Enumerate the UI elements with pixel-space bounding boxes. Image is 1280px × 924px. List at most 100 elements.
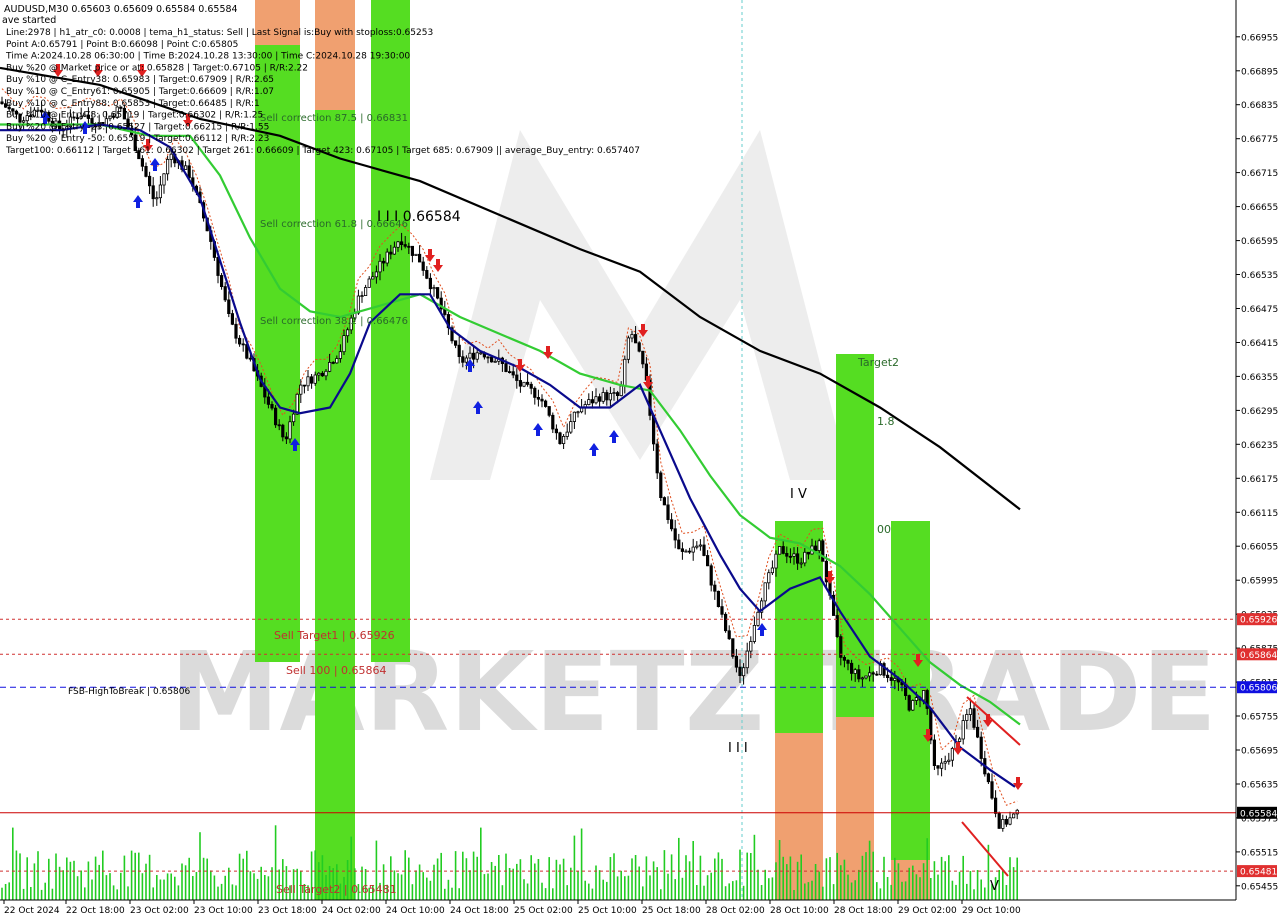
candle-body bbox=[709, 565, 713, 586]
candle-body bbox=[385, 251, 389, 264]
candle-body bbox=[594, 396, 598, 404]
candle-body bbox=[738, 666, 742, 677]
candle-body bbox=[309, 376, 314, 384]
candle-body bbox=[932, 739, 937, 767]
price-badge: 0.65806 bbox=[1237, 681, 1277, 694]
candle-body bbox=[907, 695, 911, 711]
candle-body bbox=[399, 241, 404, 246]
candle-body bbox=[288, 421, 292, 440]
target-100-label: 00 bbox=[877, 523, 891, 536]
candle-body bbox=[371, 276, 375, 280]
candle-body bbox=[522, 381, 526, 387]
fsb-label: FSB-HighToBreak | 0.65806 bbox=[68, 687, 190, 697]
info-line: Buy %10 @ Entry78: 0.65719 | Target:0.66… bbox=[6, 111, 263, 121]
price-tick-label: 0.65695 bbox=[1241, 747, 1278, 757]
candle-body bbox=[990, 781, 994, 799]
candle-body bbox=[493, 360, 497, 363]
trading-chart[interactable]: MARKETZITRADE Sell Target1 | 0.65926 Sel… bbox=[0, 0, 1280, 920]
candle-body bbox=[227, 299, 231, 314]
candle bbox=[435, 287, 440, 300]
candle-body bbox=[237, 337, 242, 345]
candle-body bbox=[396, 241, 400, 248]
candle-body bbox=[835, 615, 839, 638]
candle bbox=[907, 694, 911, 712]
candle-body bbox=[662, 497, 667, 506]
price-badge-label: 0.65481 bbox=[1240, 868, 1277, 878]
candle-body bbox=[313, 374, 317, 384]
candle-body bbox=[770, 567, 775, 574]
info-line: Target100: 0.66112 | Target 161: 0.66302… bbox=[5, 146, 640, 156]
candle-body bbox=[345, 329, 350, 337]
candle-body bbox=[727, 630, 731, 640]
info-line: Time A:2024.10.28 06:30:00 | Time B:2024… bbox=[5, 52, 410, 62]
candle-body bbox=[162, 173, 166, 186]
candle-body bbox=[291, 413, 296, 423]
candle-body bbox=[997, 812, 1001, 829]
candle-body bbox=[785, 553, 789, 557]
candle-body bbox=[140, 158, 144, 167]
candle-body bbox=[788, 555, 793, 558]
candle-body bbox=[299, 384, 303, 395]
price-axis[interactable]: 0.66955 0.66895 0.66835 0.66775 0.66715 0.666… bbox=[1235, 0, 1278, 900]
candle-body bbox=[187, 165, 191, 179]
candle bbox=[731, 638, 735, 659]
candle bbox=[662, 496, 667, 506]
price-badge: 0.65864 bbox=[1237, 648, 1277, 661]
candle-body bbox=[961, 720, 965, 740]
candle-body bbox=[407, 245, 411, 248]
candle-body bbox=[875, 673, 879, 676]
price-badge-label: 0.65584 bbox=[1240, 809, 1277, 819]
price-badge: 0.65481 bbox=[1237, 865, 1277, 878]
candle-body bbox=[219, 275, 224, 288]
candle bbox=[414, 253, 418, 256]
price-badges: 0.65926 0.65864 0.65806 0.65584 0.65481 bbox=[1237, 613, 1277, 878]
candle-body bbox=[713, 584, 717, 592]
sell-target2-label: Sell Target2 | 0.65481 bbox=[276, 883, 397, 896]
candle-body bbox=[468, 352, 472, 359]
candle-body bbox=[558, 432, 562, 444]
info-line: Buy %10 @ C_Entry88: 0.65853 | Target:0.… bbox=[6, 99, 260, 109]
candle-body bbox=[479, 352, 483, 355]
candle-body bbox=[943, 761, 947, 764]
candle-body bbox=[695, 545, 699, 548]
candle-body bbox=[612, 392, 616, 395]
candle bbox=[882, 661, 886, 678]
candle-body bbox=[986, 773, 991, 783]
price-badge-label: 0.65926 bbox=[1240, 616, 1277, 626]
candle-body bbox=[666, 504, 670, 520]
candle-body bbox=[616, 392, 620, 397]
candle-body bbox=[871, 672, 875, 675]
candle-body bbox=[626, 337, 631, 360]
candle-body bbox=[486, 356, 490, 359]
candle-body bbox=[702, 544, 706, 556]
candle-body bbox=[565, 431, 569, 437]
info-line: Buy %20 @ Market price or at: 0.65828 | … bbox=[6, 63, 308, 73]
info-line: Line:2978 | h1_atr_c0: 0.0008 | tema_h1_… bbox=[6, 28, 433, 38]
candle bbox=[911, 699, 915, 711]
correction-382-label: Sell correction 38.2 | 0.66476 bbox=[260, 316, 408, 327]
price-tick-label: 0.66895 bbox=[1241, 67, 1278, 77]
candle bbox=[997, 811, 1001, 829]
price-tick-label: 0.66055 bbox=[1241, 543, 1278, 553]
chart-canvas[interactable]: MARKETZITRADE Sell Target1 | 0.65926 Sel… bbox=[0, 0, 1280, 920]
candle-body bbox=[911, 700, 915, 711]
candle bbox=[724, 612, 728, 633]
candle-body bbox=[569, 421, 573, 433]
candle-body bbox=[857, 669, 861, 680]
candle-body bbox=[526, 381, 530, 385]
candle-body bbox=[720, 606, 724, 615]
candle bbox=[655, 439, 659, 479]
candle-body bbox=[814, 545, 818, 551]
time-tick-label: 22 Oct 18:00 bbox=[66, 906, 125, 916]
candle-body bbox=[806, 551, 811, 555]
candle-body bbox=[619, 385, 623, 397]
candle-body bbox=[590, 399, 595, 404]
time-axis[interactable]: 22 Oct 2024 22 Oct 18:00 23 Oct 02:00 23 Oc… bbox=[0, 899, 1236, 916]
price-tick-label: 0.65515 bbox=[1241, 848, 1278, 858]
candle-body bbox=[864, 675, 868, 679]
candle-body bbox=[799, 562, 803, 565]
price-tick-label: 0.66415 bbox=[1241, 339, 1278, 349]
candle-body bbox=[767, 572, 771, 584]
candle-body bbox=[266, 396, 271, 405]
candle-body bbox=[914, 697, 919, 701]
